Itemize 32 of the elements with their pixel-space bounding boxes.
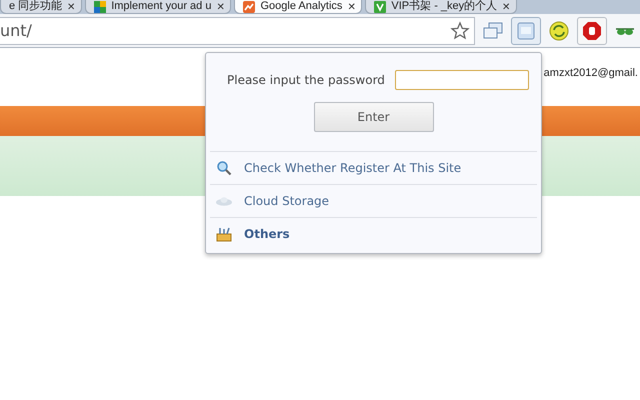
- stop-extension-button[interactable]: [577, 16, 607, 44]
- close-icon[interactable]: ✕: [216, 0, 224, 12]
- magnifier-icon: [216, 160, 232, 176]
- tab-title: Implement your ad u: [111, 0, 212, 13]
- tab-title: VIP书架 - _key的个人: [391, 0, 498, 13]
- toolbox-icon: [216, 226, 232, 242]
- tab-title: Google Analytics: [260, 0, 342, 13]
- password-field[interactable]: [394, 70, 529, 90]
- close-icon[interactable]: ✕: [502, 0, 510, 12]
- address-text: unt/: [0, 21, 32, 40]
- password-label: Please input the password: [227, 73, 385, 87]
- account-email: amzxt2012@gmail.: [544, 67, 638, 79]
- menu-item[interactable]: Cloud Storage: [244, 194, 330, 208]
- enter-button[interactable]: Enter: [314, 102, 434, 132]
- browser-tab[interactable]: e 同步功能 ✕: [0, 0, 82, 14]
- browser-tab[interactable]: VIP书架 - _key的个人 ✕: [365, 0, 518, 14]
- cloud-icon: [216, 196, 232, 206]
- safe-icon: [515, 20, 537, 42]
- menu-item[interactable]: Others: [244, 227, 290, 241]
- sync-icon[interactable]: [548, 20, 570, 42]
- star-icon[interactable]: [450, 20, 470, 40]
- windows-icon[interactable]: [482, 20, 504, 42]
- stop-sign-icon: [581, 20, 603, 42]
- close-icon[interactable]: ✕: [67, 0, 76, 12]
- address-bar[interactable]: unt/: [0, 16, 475, 44]
- browser-tab[interactable]: Implement your ad u ✕: [85, 0, 232, 14]
- menu-item[interactable]: Check Whether Register At This Site: [244, 161, 462, 175]
- tiles-icon: [94, 0, 106, 12]
- close-icon[interactable]: ✕: [347, 0, 356, 12]
- tab-title: e 同步功能: [9, 0, 62, 13]
- browser-tab[interactable]: Google Analytics ✕: [234, 0, 362, 14]
- extension-button[interactable]: [511, 16, 541, 44]
